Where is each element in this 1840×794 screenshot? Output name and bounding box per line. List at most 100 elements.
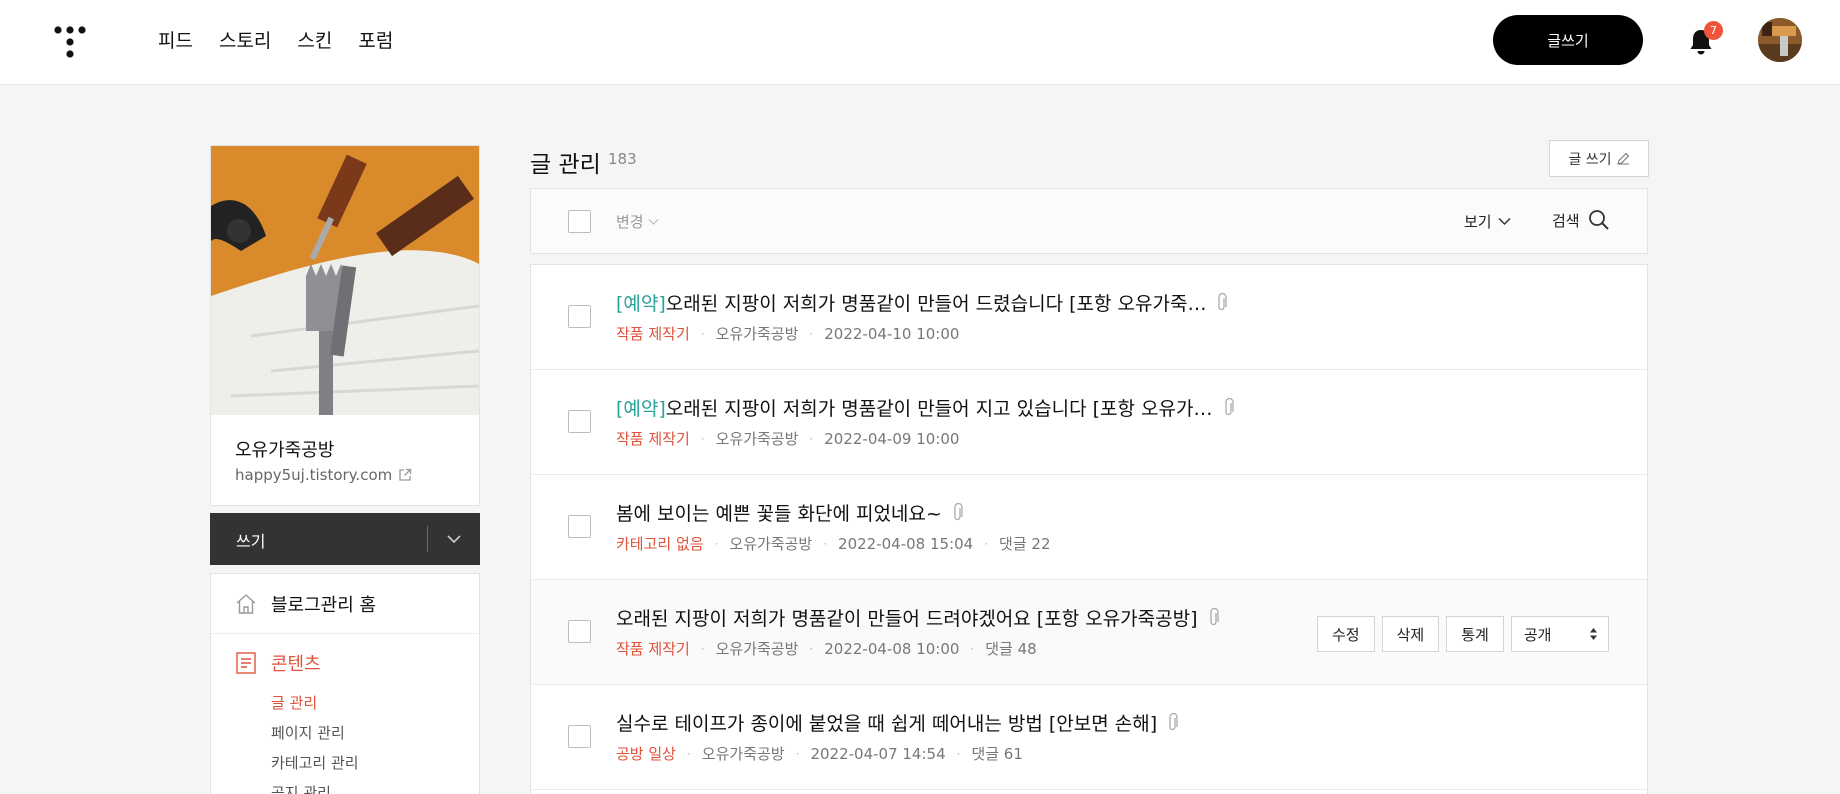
- tistory-logo-icon[interactable]: [52, 24, 88, 60]
- attachment-icon: [954, 502, 963, 520]
- post-date: 2022-04-10 10:00: [824, 324, 960, 343]
- post-author: 오유가죽공방: [701, 745, 785, 763]
- search-label: 검색: [1552, 211, 1580, 230]
- post-row[interactable]: [예약] 오래된 지팡이 저희가 명품같이 만들어 지고 있습니다 [포항 오유…: [531, 370, 1647, 475]
- new-post-label: 글 쓰기: [1568, 151, 1612, 168]
- chevron-down-icon: [1498, 217, 1511, 226]
- meta-separator: ·: [823, 536, 828, 551]
- post-checkbox[interactable]: [568, 305, 591, 328]
- blog-profile-card: 오유가죽공방 happy5uj.tistory.com: [210, 145, 480, 506]
- search-icon: [1588, 210, 1609, 230]
- post-row[interactable]: 실수로 테이프가 종이에 붙었을 때 쉽게 떼어내는 방법 [안보면 손해] 공…: [531, 685, 1647, 790]
- post-meta: 작품 제작기 · 오유가죽공방 · 2022-04-09 10:00: [616, 428, 959, 449]
- submenu-category-manage[interactable]: 카테고리 관리: [271, 748, 359, 778]
- post-row[interactable]: 봄에 보이는 예쁜 꽃들 화단에 피었네요~ 카테고리 없음 · 오유가죽공방 …: [531, 475, 1647, 580]
- write-button[interactable]: 글쓰기: [1493, 15, 1643, 65]
- post-meta: 카테고리 없음 · 오유가죽공방 · 2022-04-08 15:04 · 댓글…: [616, 533, 1051, 554]
- search-button[interactable]: 검색: [1552, 209, 1610, 231]
- blog-thumbnail[interactable]: [211, 146, 479, 415]
- submenu-notice-manage[interactable]: 공지 관리: [271, 778, 359, 794]
- nav-forum[interactable]: 포럼: [358, 26, 393, 53]
- nav-story[interactable]: 스토리: [219, 26, 271, 53]
- nav-feed[interactable]: 피드: [158, 26, 193, 53]
- post-checkbox[interactable]: [568, 725, 591, 748]
- reserved-tag: [예약]: [616, 398, 666, 420]
- sort-arrows-icon: [1589, 628, 1597, 640]
- post-category[interactable]: 공방 일상: [616, 743, 676, 764]
- divider: [427, 526, 428, 552]
- row-actions: 수정 삭제 통계 공개: [1317, 616, 1609, 652]
- meta-separator: ·: [970, 641, 975, 656]
- write-dropdown[interactable]: 쓰기: [210, 513, 480, 565]
- notification-badge: 7: [1704, 21, 1723, 40]
- post-author: 오유가죽공방: [715, 430, 799, 448]
- new-post-button[interactable]: 글 쓰기: [1549, 140, 1649, 177]
- change-label: 변경: [616, 213, 644, 231]
- submenu-post-manage[interactable]: 글 관리: [271, 688, 359, 718]
- write-bar-label: 쓰기: [236, 532, 266, 551]
- post-checkbox[interactable]: [568, 515, 591, 538]
- post-comments[interactable]: 댓글 22: [999, 533, 1050, 554]
- submenu-page-manage[interactable]: 페이지 관리: [271, 718, 359, 748]
- post-title-link[interactable]: 봄에 보이는 예쁜 꽃들 화단에 피었네요~: [616, 499, 964, 526]
- attachment-icon: [1169, 712, 1178, 730]
- external-link-icon: [399, 468, 412, 481]
- pencil-icon: [1616, 152, 1629, 165]
- post-comments[interactable]: 댓글 61: [971, 743, 1022, 764]
- change-dropdown[interactable]: 변경: [616, 211, 659, 232]
- stats-button[interactable]: 통계: [1446, 616, 1504, 652]
- nav-skin[interactable]: 스킨: [297, 26, 332, 53]
- post-meta: 작품 제작기 · 오유가죽공방 · 2022-04-10 10:00: [616, 323, 959, 344]
- meta-separator: ·: [686, 746, 691, 761]
- list-toolbar: 변경 보기 검색: [530, 188, 1648, 254]
- post-category[interactable]: 작품 제작기: [616, 638, 690, 659]
- visibility-value: 공개: [1523, 625, 1552, 644]
- post-count: 183: [608, 150, 637, 168]
- meta-separator: ·: [795, 746, 800, 761]
- chevron-down-icon: [648, 218, 659, 225]
- meta-separator: ·: [700, 326, 705, 341]
- blog-url-link[interactable]: happy5uj.tistory.com: [235, 466, 412, 484]
- post-checkbox[interactable]: [568, 620, 591, 643]
- post-title-link[interactable]: 오래된 지팡이 저희가 명품같이 만들어 드려야겠어요 [포항 오유가죽공방]: [616, 604, 1220, 631]
- post-row[interactable]: 오래된 지팡이 저희가 명품같이 만들어 드려야겠어요 [포항 오유가죽공방] …: [531, 580, 1647, 685]
- post-author: 오유가죽공방: [715, 325, 799, 343]
- post-title: 오래된 지팡이 저희가 명품같이 만들어 지고 있습니다 [포항 오유가…: [665, 398, 1213, 420]
- post-comments[interactable]: 댓글 48: [985, 638, 1036, 659]
- meta-separator: ·: [809, 326, 814, 341]
- meta-separator: ·: [809, 431, 814, 446]
- visibility-select[interactable]: 공개: [1510, 616, 1609, 652]
- contents-submenu: 글 관리 페이지 관리 카테고리 관리 공지 관리: [271, 688, 359, 794]
- view-dropdown[interactable]: 보기: [1464, 211, 1511, 232]
- page-title: 글 관리: [530, 152, 601, 178]
- post-title-link[interactable]: [예약] 오래된 지팡이 저희가 명품같이 만들어 지고 있습니다 [포항 오유…: [616, 394, 1235, 421]
- post-category[interactable]: 작품 제작기: [616, 323, 690, 344]
- delete-button[interactable]: 삭제: [1381, 616, 1440, 652]
- attachment-icon: [1218, 292, 1228, 310]
- post-title-link[interactable]: [예약] 오래된 지팡이 저희가 명품같이 만들어 드렸습니다 [포항 오유가죽…: [616, 289, 1228, 316]
- select-all-checkbox[interactable]: [568, 210, 591, 233]
- post-meta: 작품 제작기 · 오유가죽공방 · 2022-04-08 10:00 · 댓글 …: [616, 638, 1037, 659]
- attachment-icon: [1224, 397, 1234, 415]
- post-author: 오유가죽공방: [729, 535, 813, 553]
- post-row[interactable]: [예약] 오래된 지팡이 저희가 명품같이 만들어 드렸습니다 [포항 오유가죽…: [531, 265, 1647, 370]
- chevron-down-icon[interactable]: [446, 531, 462, 547]
- menu-item-contents[interactable]: 콘텐츠: [235, 650, 321, 676]
- post-title: 실수로 테이프가 종이에 붙었을 때 쉽게 떼어내는 방법 [안보면 손해]: [616, 713, 1158, 735]
- blog-url: happy5uj.tistory.com: [235, 466, 393, 484]
- meta-separator: ·: [714, 536, 719, 551]
- post-date: 2022-04-08 10:00: [824, 639, 960, 658]
- view-label: 보기: [1464, 213, 1492, 231]
- attachment-icon: [1209, 607, 1219, 625]
- edit-button[interactable]: 수정: [1317, 616, 1375, 652]
- admin-menu: 블로그관리 홈 콘텐츠 글 관리 페이지 관리 카테고리 관리 공지 관리: [210, 573, 480, 794]
- menu-item-blog-home[interactable]: 블로그관리 홈: [211, 574, 479, 634]
- post-title: 봄에 보이는 예쁜 꽃들 화단에 피었네요~: [616, 503, 942, 525]
- post-category[interactable]: 작품 제작기: [616, 428, 690, 449]
- post-title-link[interactable]: 실수로 테이프가 종이에 붙었을 때 쉽게 떼어내는 방법 [안보면 손해]: [616, 709, 1179, 736]
- post-date: 2022-04-07 14:54: [810, 744, 946, 763]
- home-icon: [236, 593, 256, 614]
- post-checkbox[interactable]: [568, 410, 591, 433]
- avatar[interactable]: [1758, 18, 1802, 62]
- post-category[interactable]: 카테고리 없음: [616, 533, 704, 554]
